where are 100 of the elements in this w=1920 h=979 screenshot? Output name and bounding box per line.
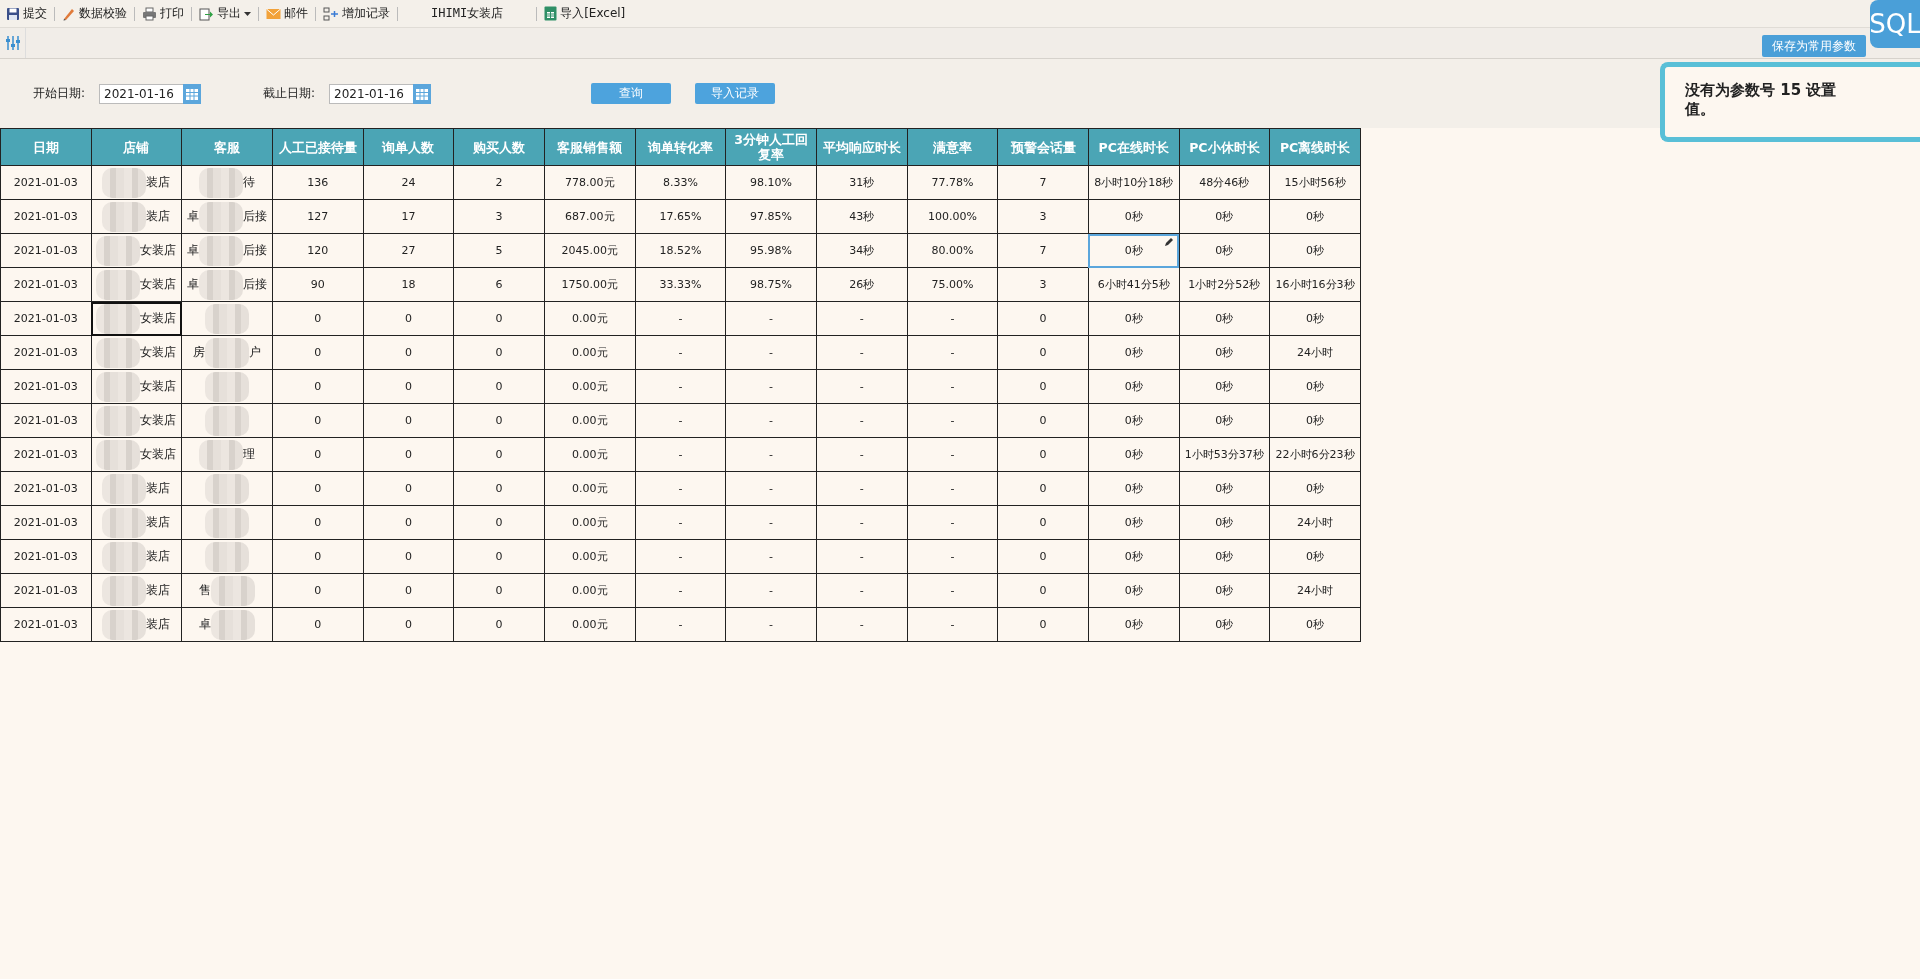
table-cell: -	[907, 335, 998, 370]
table-cell: 0秒	[1088, 471, 1180, 506]
table-cell: 48分46秒	[1179, 165, 1270, 200]
table-cell: 装店	[146, 548, 171, 565]
table-cell: 98.10%	[725, 165, 817, 200]
table-cell: 后接	[243, 276, 268, 293]
table-cell: 装店	[146, 582, 171, 599]
calendar-icon[interactable]	[413, 83, 432, 104]
column-header: 3分钟人工回复率	[725, 128, 817, 166]
table-cell: -	[635, 403, 726, 438]
table-cell: 0	[997, 335, 1089, 370]
table-cell: 2021-01-03	[0, 335, 92, 370]
toolbar-button[interactable]: 增加记录	[319, 2, 394, 25]
table-cell: 0秒	[1088, 437, 1180, 472]
table-cell: 户	[249, 344, 262, 361]
table-cell: 2021-01-03	[0, 573, 92, 608]
pixelated-blur	[211, 575, 256, 606]
table-cell: 6小时41分5秒	[1088, 267, 1180, 302]
table-cell: -	[725, 403, 817, 438]
start-date-field[interactable]: 2021-01-16	[99, 83, 184, 104]
toolbar-button[interactable]: 提交	[2, 2, 51, 25]
table-cell: 0秒	[1179, 301, 1270, 336]
pixelated-blur	[96, 405, 141, 436]
table-cell: 0秒	[1179, 573, 1270, 608]
table-cell: -	[816, 505, 908, 540]
pixelated-blur	[96, 337, 141, 368]
table-cell: -	[725, 505, 817, 540]
table-cell: 理	[243, 446, 256, 463]
table-cell: 2021-01-03	[0, 403, 92, 438]
calendar-icon[interactable]	[183, 83, 202, 104]
table-cell: 24	[363, 165, 454, 200]
envelope-icon	[266, 7, 281, 20]
column-header: 询单转化率	[635, 128, 726, 166]
table-cell: 卓	[187, 242, 200, 259]
table-cell: 房	[193, 344, 206, 361]
pixelated-blur	[96, 371, 141, 402]
table-cell: 女装店	[140, 446, 177, 463]
table-cell: 0	[997, 607, 1089, 642]
table-cell: 120	[272, 233, 364, 268]
table-cell: 装店	[146, 616, 171, 633]
table-cell: 0	[272, 607, 364, 642]
table-cell: 0.00元	[544, 335, 636, 370]
table-cell: 售	[199, 582, 212, 599]
table-cell: 8.33%	[635, 165, 726, 200]
table-cell: 2021-01-03	[0, 437, 92, 472]
end-date-field[interactable]: 2021-01-16	[329, 83, 414, 104]
table-cell: 0	[272, 335, 364, 370]
table-cell: -	[635, 573, 726, 608]
toolbar-button[interactable]: 打印	[138, 2, 188, 25]
table-cell: 100.00%	[907, 199, 998, 234]
table-cell: 0	[363, 335, 454, 370]
pixelated-blur	[96, 269, 141, 300]
table-cell: 95.98%	[725, 233, 817, 268]
table-cell: 0	[363, 471, 454, 506]
table-cell: 77.78%	[907, 165, 998, 200]
pixelated-blur	[96, 303, 141, 334]
table-cell: -	[635, 607, 726, 642]
table-cell: 0秒	[1088, 199, 1180, 234]
table-cell: 31秒	[816, 165, 908, 200]
table-cell: 0	[363, 437, 454, 472]
table-cell: 0秒	[1179, 403, 1270, 438]
table-cell: -	[907, 505, 998, 540]
table-cell: 0.00元	[544, 573, 636, 608]
table-cell: 0秒	[1088, 233, 1180, 268]
toolbar-menu-button[interactable]: 导出	[195, 2, 255, 25]
table-cell: 0	[997, 573, 1089, 608]
table-cell: 0.00元	[544, 403, 636, 438]
table-cell: 33.33%	[635, 267, 726, 302]
table-cell: 0秒	[1088, 573, 1180, 608]
table-cell: 0	[997, 403, 1089, 438]
table-cell: -	[907, 301, 998, 336]
pixelated-blur	[102, 507, 147, 538]
toolbar-button[interactable]: 数据校验	[58, 2, 131, 25]
table-cell: 97.85%	[725, 199, 817, 234]
table-cell: -	[725, 539, 817, 574]
pixelated-blur	[205, 405, 250, 436]
table-cell: 0	[272, 573, 364, 608]
column-header: 满意率	[907, 128, 998, 166]
table-cell: 0秒	[1179, 369, 1270, 404]
table-cell: 0.00元	[544, 301, 636, 336]
table-cell: 0	[453, 335, 545, 370]
table-cell: 女装店	[140, 310, 177, 327]
table-cell: -	[725, 437, 817, 472]
toolbar-button[interactable]: 导入[Excel]	[540, 2, 630, 25]
table-cell: 16小时16分3秒	[1269, 267, 1361, 302]
start-date-label: 开始日期:	[33, 85, 86, 102]
table-cell: 2021-01-03	[0, 233, 92, 268]
table-cell: 0	[363, 403, 454, 438]
table-cell: 0	[363, 505, 454, 540]
table-cell: 0秒	[1269, 301, 1361, 336]
table-cell: 0	[272, 539, 364, 574]
table-cell: 6	[453, 267, 545, 302]
table-cell: 0秒	[1269, 369, 1361, 404]
add-row-icon	[323, 6, 339, 21]
table-cell: -	[907, 437, 998, 472]
table-cell: -	[635, 505, 726, 540]
table-cell: 7	[997, 165, 1089, 200]
table-cell: 26秒	[816, 267, 908, 302]
table-cell: 0	[363, 301, 454, 336]
toolbar-button[interactable]: 邮件	[262, 2, 312, 25]
